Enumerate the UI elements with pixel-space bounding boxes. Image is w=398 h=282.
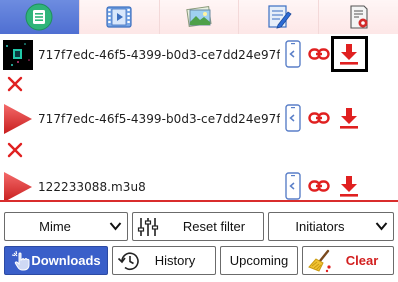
download-icon[interactable]	[339, 175, 359, 197]
mime-dropdown[interactable]: Mime	[4, 212, 128, 241]
clear-button[interactable]: Clear	[302, 246, 394, 275]
downloads-label: Downloads	[31, 253, 101, 268]
chevron-down-icon	[109, 222, 122, 231]
settings-document-icon	[350, 5, 368, 29]
tab-edit[interactable]	[239, 0, 320, 34]
initiators-label: Initiators	[295, 219, 345, 234]
history-clock-icon	[117, 252, 139, 271]
copy-link-icon[interactable]	[308, 111, 330, 125]
reset-filter-label: Reset filter	[182, 219, 246, 234]
downloads-button[interactable]: Downloads	[4, 246, 108, 275]
upcoming-label: Upcoming	[229, 253, 289, 268]
image-icon	[186, 5, 212, 28]
upcoming-button[interactable]: Upcoming	[220, 246, 298, 275]
chevron-down-icon	[375, 222, 388, 231]
tab-settings[interactable]	[319, 0, 398, 34]
copy-link-icon[interactable]	[308, 179, 330, 193]
list-divider	[0, 200, 398, 202]
hand-click-icon	[11, 250, 30, 271]
note-edit-icon	[268, 5, 292, 29]
download-icon[interactable]	[339, 43, 359, 65]
tab-bar	[0, 0, 398, 34]
reset-filter-button[interactable]: Reset filter	[132, 212, 264, 241]
sliders-icon	[137, 218, 159, 236]
play-icon	[4, 104, 32, 134]
video-thumbnail	[3, 40, 33, 70]
tab-list[interactable]	[0, 0, 80, 34]
download-icon[interactable]	[339, 107, 359, 129]
remove-icon[interactable]	[7, 142, 23, 158]
copy-link-icon[interactable]	[308, 47, 330, 61]
download-list: 717f7edc-46f5-4399-b0d3-ce7dd24e97f3_1..…	[0, 34, 398, 200]
mime-label: Mime	[39, 219, 71, 234]
open-in-device-icon[interactable]	[285, 40, 301, 68]
film-icon	[106, 6, 132, 28]
file-name: 717f7edc-46f5-4399-b0d3-ce7dd24e97f3_5..…	[38, 112, 280, 126]
play-icon	[4, 172, 32, 200]
file-name: 122233088.m3u8	[38, 180, 146, 194]
tab-image[interactable]	[159, 0, 240, 34]
remove-icon[interactable]	[7, 76, 23, 92]
open-in-device-icon[interactable]	[285, 172, 301, 200]
history-label: History	[154, 253, 196, 268]
initiators-dropdown[interactable]: Initiators	[268, 212, 394, 241]
open-in-device-icon[interactable]	[285, 104, 301, 132]
history-button[interactable]: History	[112, 246, 216, 275]
tab-video[interactable]	[79, 0, 160, 34]
clear-label: Clear	[345, 253, 379, 268]
file-name: 717f7edc-46f5-4399-b0d3-ce7dd24e97f3_1..…	[38, 48, 280, 62]
broom-icon	[308, 249, 331, 273]
list-icon	[25, 3, 53, 31]
